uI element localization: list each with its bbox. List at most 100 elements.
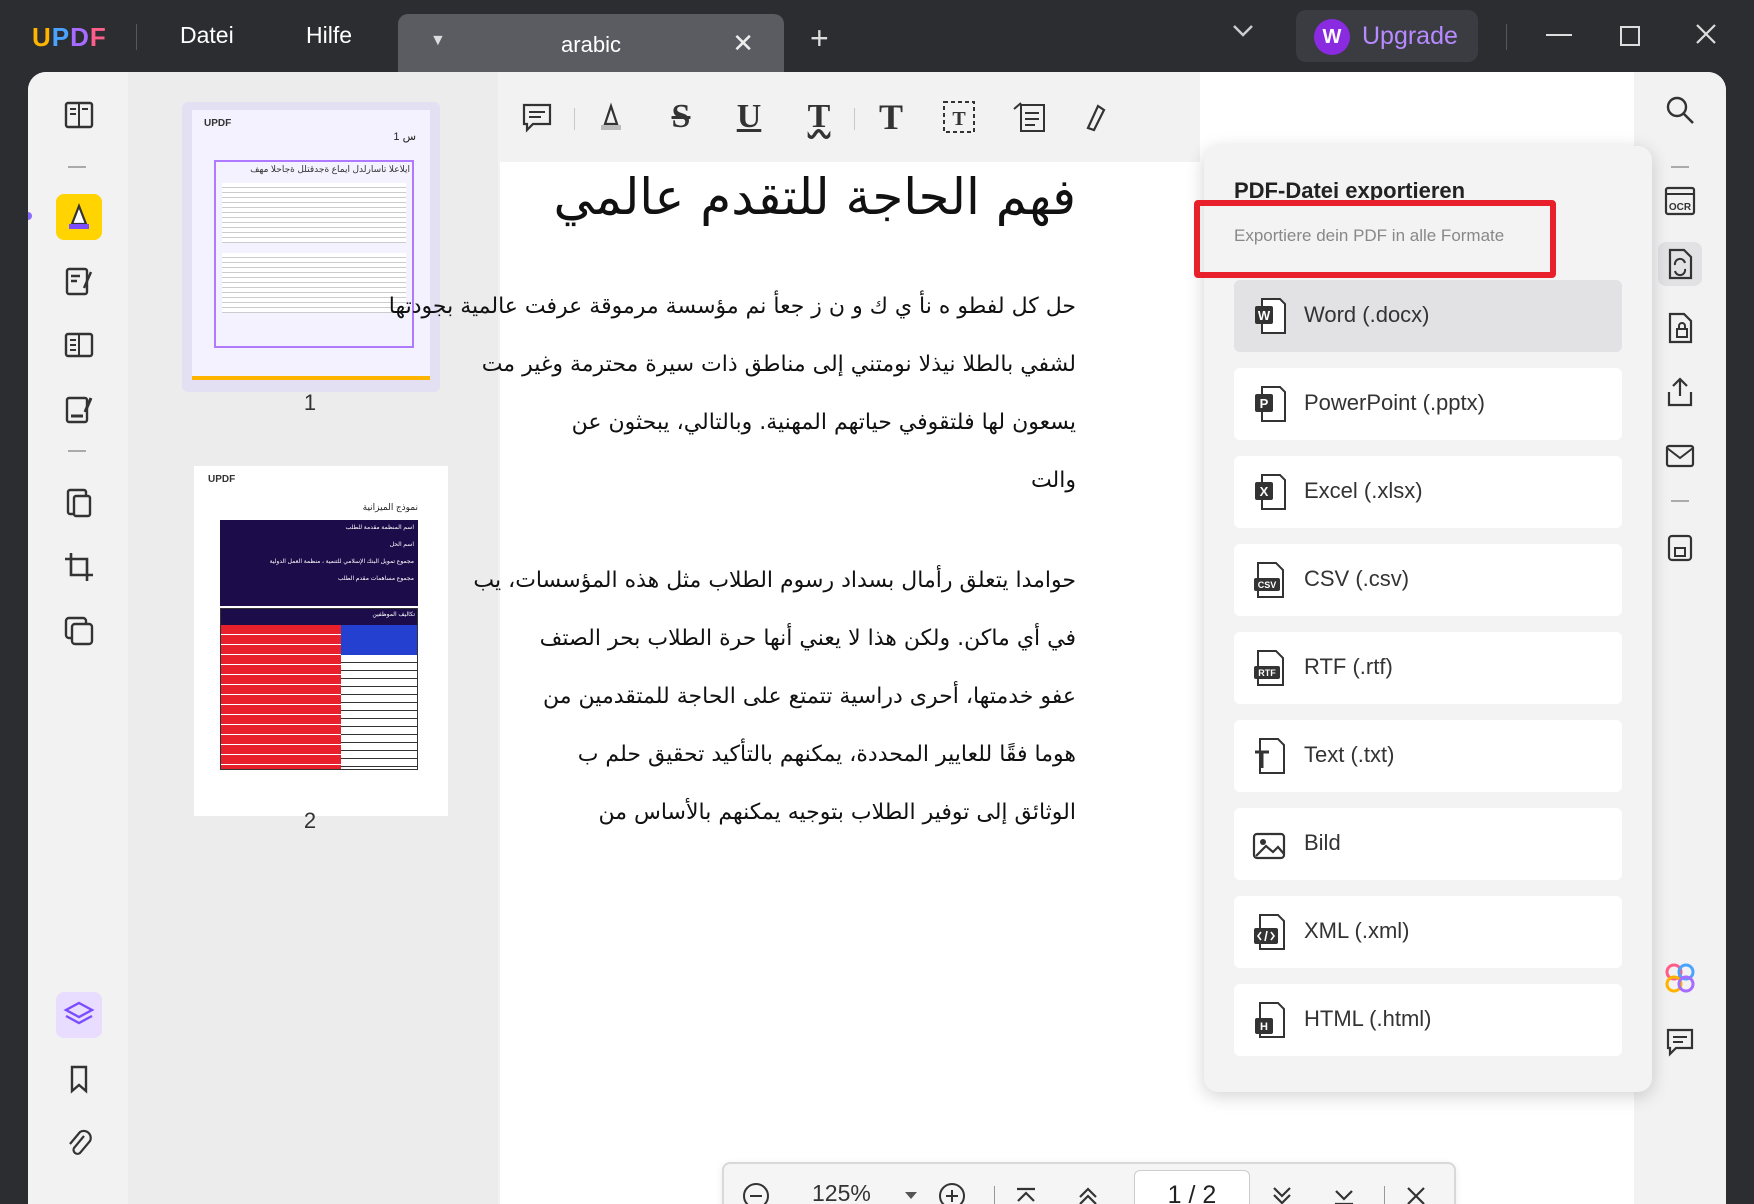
next-page-icon[interactable] <box>1264 1178 1300 1204</box>
sticky-note-icon[interactable] <box>516 96 558 138</box>
attachment-icon[interactable] <box>56 1120 102 1166</box>
zoom-in-icon[interactable] <box>934 1178 970 1204</box>
export-csv-option[interactable]: CSV CSV (.csv) <box>1234 544 1622 616</box>
export-option-label: Excel (.xlsx) <box>1304 478 1423 503</box>
zoom-dropdown-icon[interactable] <box>904 1188 918 1204</box>
tabs-chevron-down-icon[interactable] <box>1232 24 1254 43</box>
reader-mode-icon[interactable] <box>56 92 102 138</box>
new-tab-plus-icon[interactable]: + <box>810 22 829 54</box>
save-icon[interactable] <box>1658 526 1702 570</box>
svg-text:T: T <box>952 108 966 130</box>
protect-icon[interactable] <box>1658 306 1702 350</box>
xml-icon <box>1254 914 1285 950</box>
document-tab[interactable]: ▼ arabic ✕ <box>398 14 784 72</box>
close-window-icon[interactable] <box>1694 22 1718 51</box>
rtf-icon: RTF <box>1254 650 1284 686</box>
menu-file[interactable]: Datei <box>180 22 234 49</box>
pencil-icon[interactable] <box>1074 96 1116 138</box>
upgrade-label: Upgrade <box>1362 22 1458 50</box>
thumb2-budget-table: تكاليف الموظفين <box>220 608 418 770</box>
annotation-toolbar: S U T T T <box>500 72 1200 162</box>
comments-panel-icon[interactable] <box>1658 1020 1702 1064</box>
text-callout-icon[interactable] <box>1008 96 1050 138</box>
export-excel-option[interactable]: X Excel (.xlsx) <box>1234 456 1622 528</box>
thumb1-logo: UPDF <box>204 118 232 129</box>
squiggly-icon[interactable]: T <box>798 96 840 138</box>
thumb1-text-frame: ايلاعلا تاسارلدل ايماع ةجدقتلل ةجاحلا مه… <box>214 160 414 348</box>
title-bar: UPDF Datei Hilfe ▼ arabic ✕ + W Upgrade <box>0 0 1754 72</box>
thumb2-row: مجموع تمويل البنك الإسلامي للتنمية ، منظ… <box>269 559 414 565</box>
tab-close-icon[interactable]: ✕ <box>732 28 754 59</box>
export-option-label: Bild <box>1304 830 1341 855</box>
app-surface: UPDF 1 س ايلاعلا تاسارلدل ايماع ةجدقتلل … <box>28 72 1726 1204</box>
export-powerpoint-option[interactable]: P PowerPoint (.pptx) <box>1234 368 1622 440</box>
sidebar-divider <box>68 166 86 168</box>
thumb2-row: اسم المنظمة مقدمة للطلب <box>345 525 414 531</box>
current-page: 1 <box>1167 1181 1182 1204</box>
edit-pdf-icon[interactable] <box>56 258 102 304</box>
comment-tool-icon[interactable] <box>56 194 102 240</box>
tab-title: arabic <box>561 32 621 57</box>
thumb1-title: ايلاعلا تاسارلدل ايماع ةجدقتلل ةجاحلا مه… <box>250 164 410 174</box>
word-icon: W <box>1255 298 1286 334</box>
export-xml-option[interactable]: XML (.xml) <box>1234 896 1622 968</box>
export-word-option[interactable]: W Word (.docx) <box>1234 280 1622 352</box>
svg-text:RTF: RTF <box>1258 668 1276 678</box>
search-icon[interactable] <box>1658 88 1702 132</box>
close-zoombar-icon[interactable] <box>1398 1178 1434 1204</box>
svg-text:H: H <box>1260 1021 1268 1033</box>
zoom-out-icon[interactable] <box>738 1178 774 1204</box>
previous-page-icon[interactable] <box>1070 1178 1106 1204</box>
highlight-icon[interactable] <box>590 96 632 138</box>
page-indicator[interactable]: 1 / 2 <box>1134 1170 1250 1204</box>
ai-assistant-icon[interactable] <box>1658 956 1702 1000</box>
export-title: PDF-Datei exportieren <box>1234 178 1466 203</box>
minimize-icon[interactable] <box>1546 34 1572 36</box>
last-page-icon[interactable] <box>1326 1178 1362 1204</box>
export-text-option[interactable]: Text (.txt) <box>1234 720 1622 792</box>
maximize-icon[interactable] <box>1620 26 1640 46</box>
image-icon <box>1252 832 1286 860</box>
email-icon[interactable] <box>1658 434 1702 478</box>
ocr-icon[interactable]: OCR <box>1658 178 1702 222</box>
text-box-icon[interactable]: T <box>938 96 980 138</box>
svg-text:OCR: OCR <box>1669 202 1692 213</box>
share-icon[interactable] <box>1658 370 1702 414</box>
bookmark-icon[interactable] <box>56 1056 102 1102</box>
thumb2-logo: UPDF <box>208 474 236 485</box>
total-pages: 2 <box>1202 1181 1217 1204</box>
svg-text:CSV: CSV <box>1258 580 1277 590</box>
upgrade-button[interactable]: W Upgrade <box>1296 10 1478 62</box>
first-page-icon[interactable] <box>1008 1178 1044 1204</box>
export-option-label: CSV (.csv) <box>1304 566 1410 591</box>
thumbnail-page-2[interactable]: UPDF نموذج الميزانية اسم المنظمة مقدمة ل… <box>194 466 448 816</box>
menu-help[interactable]: Hilfe <box>306 22 352 49</box>
export-option-label: HTML (.html) <box>1304 1006 1432 1031</box>
export-option-label: Text (.txt) <box>1304 742 1395 767</box>
export-option-label: PowerPoint (.pptx) <box>1304 390 1485 415</box>
user-avatar: W <box>1314 19 1350 55</box>
thumb1-lines-2 <box>222 253 406 313</box>
text-tool-icon[interactable]: T <box>870 96 912 138</box>
crop-icon[interactable] <box>56 544 102 590</box>
thumbnail-page-1[interactable]: UPDF 1 س ايلاعلا تاسارلدل ايماع ةجدقتلل … <box>192 110 430 380</box>
organize-pages-icon[interactable] <box>56 480 102 526</box>
svg-text:P: P <box>1260 396 1269 411</box>
export-image-option[interactable]: Bild <box>1234 808 1622 880</box>
left-sidebar <box>28 72 128 1204</box>
batch-tools-icon[interactable] <box>56 608 102 654</box>
active-indicator <box>28 212 32 220</box>
export-html-option[interactable]: H HTML (.html) <box>1234 984 1622 1056</box>
layers-icon[interactable] <box>56 992 102 1038</box>
underline-icon[interactable]: U <box>728 96 770 138</box>
thumb2-info-box: اسم المنظمة مقدمة للطلب اسم الحل مجموع ت… <box>220 520 418 606</box>
zoom-level[interactable]: 125% <box>812 1180 871 1204</box>
export-rtf-option[interactable]: RTF RTF (.rtf) <box>1234 632 1622 704</box>
strikethrough-icon[interactable]: S <box>660 96 702 138</box>
convert-export-icon[interactable] <box>1658 242 1702 286</box>
doc-line: هوما فقًا للعايير المحددة، يمكنهم بالتأك… <box>577 742 1076 767</box>
thumb2-blue-cell <box>341 625 417 655</box>
excel-icon: X <box>1255 474 1286 510</box>
form-sign-icon[interactable] <box>56 386 102 432</box>
page-layout-icon[interactable] <box>56 322 102 368</box>
